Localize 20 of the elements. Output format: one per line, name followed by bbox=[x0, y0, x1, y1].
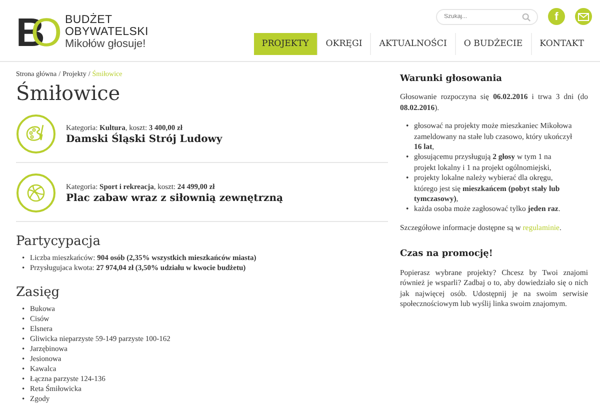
project-name[interactable]: Plac zabaw wraz z siłownią zewnętrzną bbox=[66, 193, 283, 204]
search-icon bbox=[522, 12, 531, 22]
nav-tab[interactable]: OKRĘGI bbox=[316, 33, 370, 55]
nav-tab[interactable]: AKTUALNOŚCI bbox=[370, 33, 455, 55]
project-name[interactable]: Damski Śląski Strój Ludowy bbox=[66, 134, 222, 145]
logo-title: BUDŻET bbox=[65, 14, 114, 26]
nav-tab[interactable]: KONTAKT bbox=[530, 33, 592, 55]
sidebar-heading: Czas na promocję! bbox=[400, 249, 494, 260]
envelope-icon bbox=[578, 12, 589, 20]
logo-tagline: Mikołów głosuje! bbox=[65, 38, 147, 51]
sidebar-heading: Warunki głosowania bbox=[400, 74, 503, 84]
section-heading: Zasięg bbox=[16, 285, 61, 300]
page-title: Śmiłowice bbox=[16, 81, 122, 105]
mail-button[interactable] bbox=[575, 8, 592, 25]
nav-tab[interactable]: O BUDŻECIE bbox=[454, 33, 531, 55]
ball-icon bbox=[16, 173, 56, 213]
palette-icon bbox=[16, 114, 56, 154]
nav-tab[interactable]: PROJEKTY bbox=[254, 33, 317, 55]
logo-title: OBYWATELSKI bbox=[65, 26, 148, 38]
section-heading: Partycypacja bbox=[16, 234, 102, 249]
